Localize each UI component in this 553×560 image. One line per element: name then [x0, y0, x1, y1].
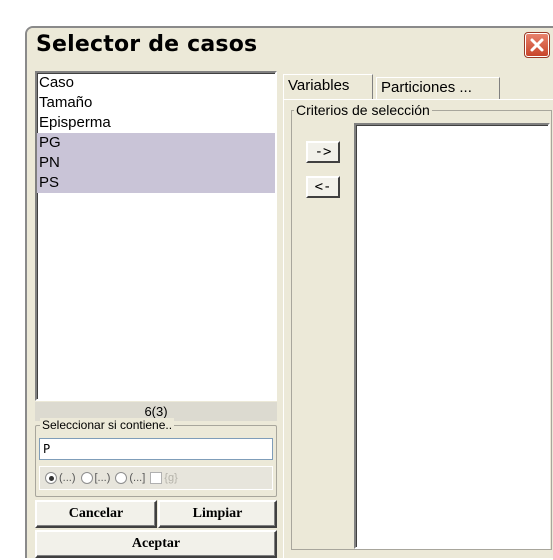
close-button[interactable]: [524, 32, 550, 58]
option-regex[interactable]: {g}: [150, 472, 178, 484]
criteria-list[interactable]: [354, 123, 550, 549]
option-label: (...]: [129, 472, 146, 484]
criteria-legend: Criterios de selección: [294, 102, 432, 118]
option-label: [...): [94, 472, 111, 484]
list-item[interactable]: PS: [37, 173, 275, 193]
variables-list[interactable]: Caso Tamaño Episperma PG PN PS: [35, 71, 277, 401]
list-item[interactable]: PN: [37, 153, 275, 173]
title-bar[interactable]: Selector de casos: [27, 28, 553, 66]
filter-legend: Seleccionar si contiene..: [40, 418, 175, 432]
option-ends[interactable]: (...]: [115, 472, 145, 484]
filter-group: Seleccionar si contiene.. (...) [...) (.…: [35, 418, 277, 497]
accept-button[interactable]: Aceptar: [35, 530, 277, 558]
option-starts[interactable]: [...): [80, 472, 111, 484]
radio-icon: [115, 472, 128, 484]
radio-icon: [80, 472, 93, 484]
list-item[interactable]: PG: [37, 133, 275, 153]
tab-panel: Criterios de selección -> <-: [283, 99, 553, 560]
list-item[interactable]: Caso: [37, 73, 275, 93]
match-options: (...) [...) (...] {g}: [39, 466, 273, 490]
window-title: Selector de casos: [36, 32, 258, 57]
list-item[interactable]: Tamaño: [37, 93, 275, 113]
criteria-group: Criterios de selección -> <-: [291, 102, 552, 550]
option-label: (...): [59, 472, 76, 484]
clear-button[interactable]: Limpiar: [158, 500, 277, 528]
list-item[interactable]: Episperma: [37, 113, 275, 133]
remove-criteria-button[interactable]: <-: [306, 176, 340, 198]
radio-icon: [45, 472, 57, 484]
checkbox-icon: [150, 472, 163, 484]
option-contains[interactable]: (...): [45, 472, 76, 484]
contains-input[interactable]: [39, 438, 273, 460]
cancel-button[interactable]: Cancelar: [35, 500, 157, 528]
option-label: {g}: [164, 472, 178, 484]
add-criteria-button[interactable]: ->: [306, 141, 340, 163]
close-icon: [530, 38, 544, 52]
case-selector-window: Selector de casos Caso Tamaño Episperma …: [25, 26, 553, 560]
tab-variables[interactable]: Variables: [283, 74, 373, 100]
tab-partitions[interactable]: Particiones ...: [376, 77, 500, 100]
